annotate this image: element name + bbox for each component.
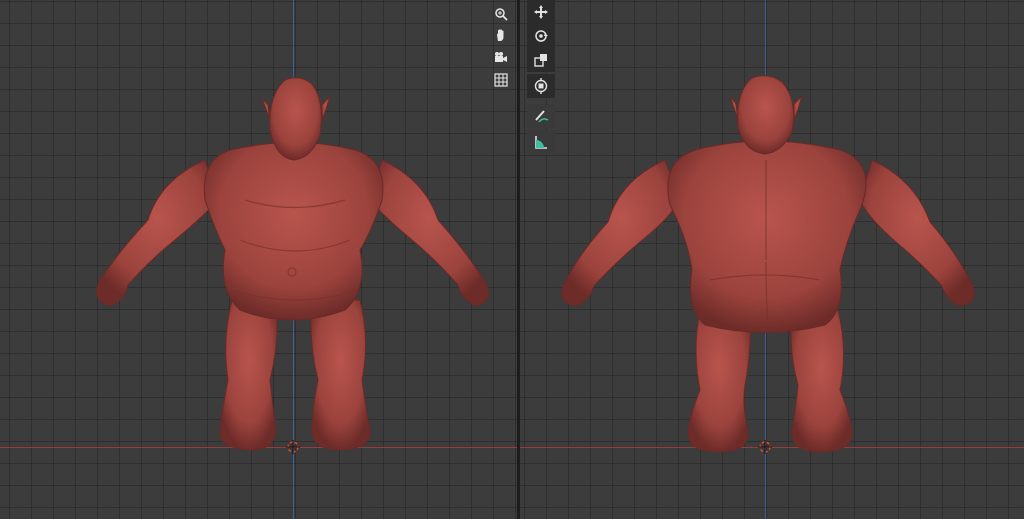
camera-icon[interactable] [489,47,513,69]
viewport-back[interactable] [520,0,1024,519]
ortho-grid-icon[interactable] [489,69,513,91]
sculpt-model-back[interactable] [520,0,1024,519]
3d-cursor-icon[interactable] [758,440,772,454]
annotate-tool-icon[interactable] [527,104,555,128]
measure-tool-icon[interactable] [527,130,555,154]
pan-hand-icon[interactable] [489,24,513,46]
3d-cursor-icon[interactable] [286,440,300,454]
scale-tool-icon[interactable] [527,48,555,72]
move-tool-icon[interactable] [527,0,555,24]
zoom-icon[interactable] [489,3,513,25]
sculpt-model-front[interactable] [0,0,517,519]
rotate-tool-icon[interactable] [527,24,555,48]
viewport-front[interactable] [0,0,517,519]
transform-tool-icon[interactable] [527,74,555,98]
